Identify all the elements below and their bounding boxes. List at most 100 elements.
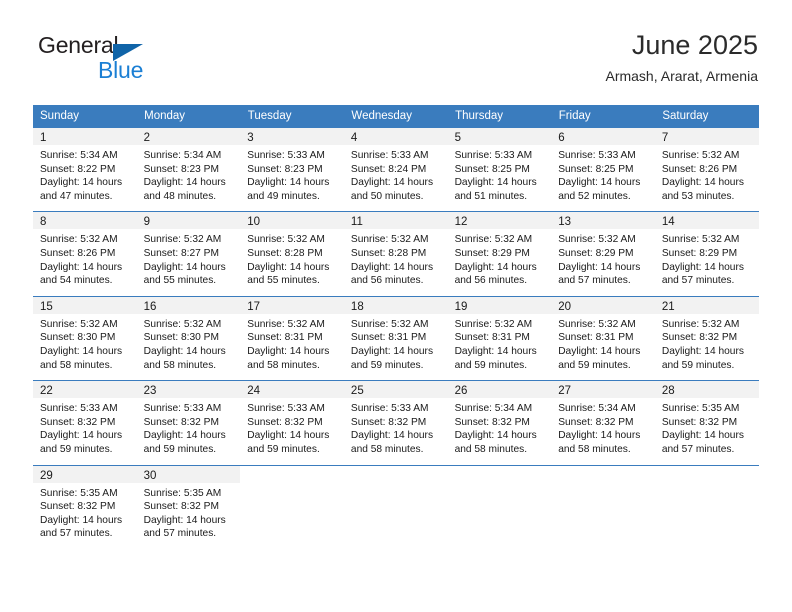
daylight-duration-line2: and 58 minutes. [40,359,113,371]
sunrise-time: Sunrise: 5:33 AM [454,150,533,161]
day-details: Sunrise: 5:34 AM Sunset: 8:32 PM Daylight:… [448,398,552,464]
day-details: Sunrise: 5:32 AM Sunset: 8:29 PM Daylight:… [551,229,655,295]
page-title: June 2025 [631,30,758,60]
daylight-duration-line1: Daylight: 14 hours [350,177,434,189]
sunset-time: Sunset: 8:32 PM [40,416,116,428]
day-number: 30 [136,465,241,483]
sunset-time: Sunset: 8:28 PM [247,247,323,259]
day-details [551,483,655,541]
day-details: Sunrise: 5:33 AM Sunset: 8:32 PM Daylight:… [33,398,137,464]
sunset-time: Sunset: 8:32 PM [661,332,738,344]
day-details: Sunrise: 5:32 AM Sunset: 8:26 PM Daylight:… [655,145,759,211]
calendar-day-cell[interactable]: 15 Sunrise: 5:32 AM Sunset: 8:30 PM Dayligh… [33,295,137,381]
calendar-day-cell[interactable]: 14 Sunrise: 5:32 AM Sunset: 8:29 PM Dayligh… [654,211,759,297]
dow-header-monday: Monday [136,105,241,128]
calendar-day-cell[interactable]: 19 Sunrise: 5:32 AM Sunset: 8:31 PM Dayligh… [447,295,552,381]
daylight-duration-line1: Daylight: 14 hours [350,345,434,357]
day-number: 28 [654,381,759,399]
day-of-week-header-row: Sunday Monday Tuesday Wednesday Thursday… [33,105,759,128]
sunrise-time: Sunrise: 5:32 AM [40,318,118,330]
daylight-duration-line2: and 57 minutes. [661,275,735,287]
day-details: Sunrise: 5:32 AM Sunset: 8:27 PM Daylight:… [137,229,241,295]
calendar-day-cell[interactable]: 26 Sunrise: 5:34 AM Sunset: 8:32 PM Dayligh… [447,380,552,465]
calendar-day-cell[interactable]: 24 Sunrise: 5:33 AM Sunset: 8:32 PM Dayligh… [240,380,344,465]
daylight-duration-line2: and 59 minutes. [350,359,424,371]
sunset-time: Sunset: 8:29 PM [661,247,738,259]
calendar-day-cell[interactable]: 5 Sunrise: 5:33 AM Sunset: 8:25 PM Daylight… [447,126,552,212]
calendar-day-cell[interactable]: 9 Sunrise: 5:32 AM Sunset: 8:27 PM Daylight… [136,211,241,297]
sunrise-time: Sunrise: 5:32 AM [143,318,222,330]
daylight-duration-line2: and 59 minutes. [558,359,631,371]
day-details: Sunrise: 5:32 AM Sunset: 8:31 PM Daylight:… [551,314,655,380]
daylight-duration-line1: Daylight: 14 hours [350,430,434,442]
calendar-day-cell[interactable]: 27 Sunrise: 5:34 AM Sunset: 8:32 PM Dayligh… [551,380,655,465]
calendar-day-cell-empty [447,464,552,549]
day-number: 4 [343,128,448,145]
calendar-day-cell[interactable]: 13 Sunrise: 5:32 AM Sunset: 8:29 PM Dayligh… [551,211,655,297]
calendar-day-cell[interactable]: 17 Sunrise: 5:32 AM Sunset: 8:31 PM Dayligh… [240,295,344,381]
calendar-day-cell[interactable]: 23 Sunrise: 5:33 AM Sunset: 8:32 PM Dayligh… [136,380,241,465]
daylight-duration-line1: Daylight: 14 hours [454,261,537,273]
daylight-duration-line1: Daylight: 14 hours [661,345,744,357]
calendar-body: 1 Sunrise: 5:34 AM Sunset: 8:22 PM Daylight… [33,126,759,549]
daylight-duration-line2: and 55 minutes. [143,275,217,287]
daylight-duration-line1: Daylight: 14 hours [558,430,641,442]
calendar-day-cell[interactable]: 1 Sunrise: 5:34 AM Sunset: 8:22 PM Daylight… [33,126,137,212]
calendar-day-cell[interactable]: 3 Sunrise: 5:33 AM Sunset: 8:23 PM Daylight… [240,126,344,212]
calendar-day-cell[interactable]: 4 Sunrise: 5:33 AM Sunset: 8:24 PM Daylight… [343,126,448,212]
calendar-day-cell[interactable]: 16 Sunrise: 5:32 AM Sunset: 8:30 PM Dayligh… [136,295,241,381]
sunrise-time: Sunrise: 5:32 AM [661,318,740,330]
day-details: Sunrise: 5:32 AM Sunset: 8:32 PM Daylight:… [655,314,759,380]
calendar-day-cell[interactable]: 2 Sunrise: 5:34 AM Sunset: 8:23 PM Daylight… [136,126,241,212]
sunrise-time: Sunrise: 5:32 AM [143,234,222,246]
day-details: Sunrise: 5:33 AM Sunset: 8:32 PM Daylight:… [240,398,344,464]
sunset-time: Sunset: 8:32 PM [143,416,219,428]
day-number: 16 [136,296,241,314]
dow-header-saturday: Saturday [654,105,759,128]
calendar-day-cell[interactable]: 18 Sunrise: 5:32 AM Sunset: 8:31 PM Dayligh… [343,295,448,381]
day-number: 24 [240,381,344,399]
calendar-day-cell[interactable]: 12 Sunrise: 5:32 AM Sunset: 8:29 PM Dayligh… [447,211,552,297]
calendar-day-cell[interactable]: 7 Sunrise: 5:32 AM Sunset: 8:26 PM Daylight… [654,126,759,212]
calendar-day-cell[interactable]: 10 Sunrise: 5:32 AM Sunset: 8:28 PM Dayligh… [240,211,344,297]
sunrise-time: Sunrise: 5:35 AM [661,403,740,415]
day-details: Sunrise: 5:32 AM Sunset: 8:31 PM Daylight:… [448,314,552,380]
sunrise-time: Sunrise: 5:35 AM [143,487,222,499]
day-details: Sunrise: 5:33 AM Sunset: 8:24 PM Daylight:… [344,145,448,211]
day-details: Sunrise: 5:33 AM Sunset: 8:32 PM Daylight:… [137,398,241,464]
calendar-day-cell[interactable]: 28 Sunrise: 5:35 AM Sunset: 8:32 PM Dayligh… [654,380,759,465]
daylight-duration-line2: and 57 minutes. [40,528,113,540]
sunrise-time: Sunrise: 5:34 AM [40,150,118,161]
daylight-duration-line1: Daylight: 14 hours [661,430,744,442]
calendar-day-cell[interactable]: 29 Sunrise: 5:35 AM Sunset: 8:32 PM Dayligh… [33,464,137,549]
calendar-day-cell[interactable]: 22 Sunrise: 5:33 AM Sunset: 8:32 PM Dayligh… [33,380,137,465]
daylight-duration-line1: Daylight: 14 hours [558,261,641,273]
calendar-day-cell[interactable]: 6 Sunrise: 5:33 AM Sunset: 8:25 PM Daylight… [551,126,655,212]
calendar-day-cell[interactable]: 11 Sunrise: 5:32 AM Sunset: 8:28 PM Dayligh… [343,211,448,297]
daylight-duration-line1: Daylight: 14 hours [143,261,226,273]
page-subtitle: Armash, Ararat, Armenia [605,68,758,84]
daylight-duration-line1: Daylight: 14 hours [247,261,330,273]
calendar-day-cell[interactable]: 21 Sunrise: 5:32 AM Sunset: 8:32 PM Dayligh… [654,295,759,381]
daylight-duration-line1: Daylight: 14 hours [40,430,123,442]
calendar-week-row: 29 Sunrise: 5:35 AM Sunset: 8:32 PM Dayligh… [33,464,759,549]
day-number: 19 [447,296,552,314]
day-details: Sunrise: 5:32 AM Sunset: 8:29 PM Daylight:… [448,229,552,295]
calendar-day-cell[interactable]: 25 Sunrise: 5:33 AM Sunset: 8:32 PM Dayligh… [343,380,448,465]
daylight-duration-line1: Daylight: 14 hours [247,177,330,189]
day-number: 5 [447,128,552,145]
general-blue-logo[interactable]: General Blue [38,32,238,88]
daylight-duration-line2: and 59 minutes. [143,443,217,455]
sunrise-time: Sunrise: 5:33 AM [350,150,429,161]
daylight-duration-line2: and 58 minutes. [558,443,631,455]
calendar-day-cell[interactable]: 8 Sunrise: 5:32 AM Sunset: 8:26 PM Daylight… [33,211,137,297]
calendar-day-cell[interactable]: 30 Sunrise: 5:35 AM Sunset: 8:32 PM Dayligh… [136,464,241,549]
sunset-time: Sunset: 8:23 PM [143,163,219,175]
dow-header-friday: Friday [551,105,656,128]
calendar-day-cell[interactable]: 20 Sunrise: 5:32 AM Sunset: 8:31 PM Dayligh… [551,295,655,381]
day-number: 22 [33,381,137,399]
day-number: 20 [551,296,655,314]
day-details: Sunrise: 5:32 AM Sunset: 8:30 PM Daylight:… [137,314,241,380]
daylight-duration-line1: Daylight: 14 hours [143,345,226,357]
day-details [240,483,344,541]
